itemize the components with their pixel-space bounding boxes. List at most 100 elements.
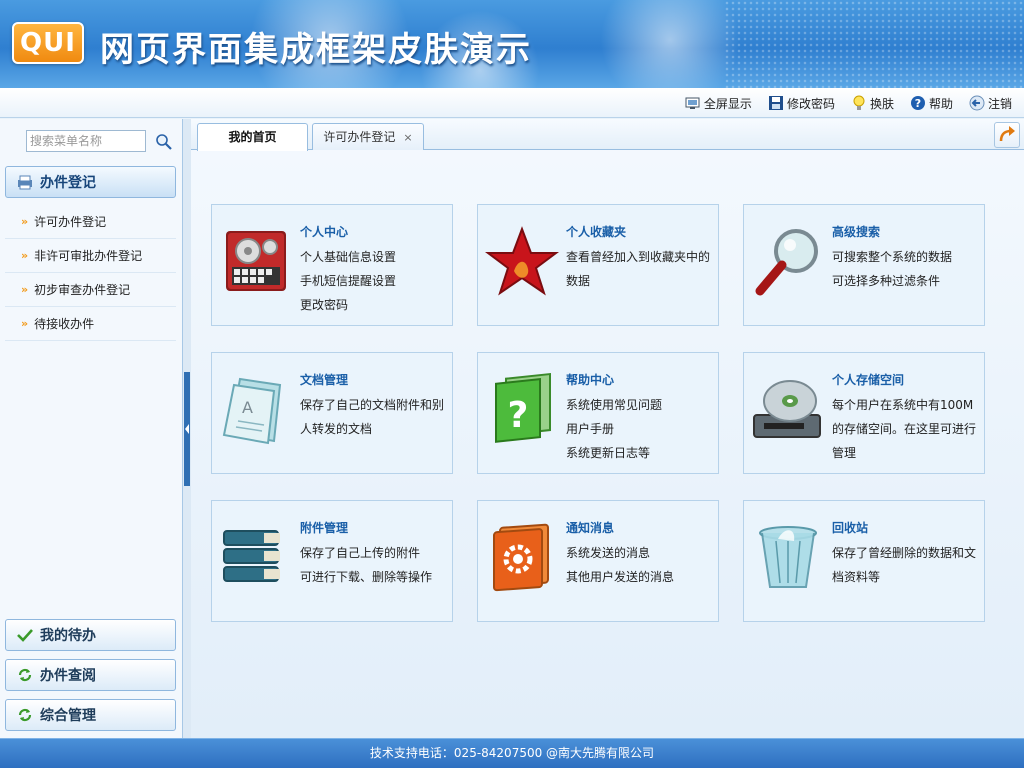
card-personal-storage[interactable]: 个人存储空间 每个用户在系统中有100M的存储空间。在这里可进行管理 bbox=[743, 352, 985, 474]
sidebar-item-chubu[interactable]: » 初步审查办件登记 bbox=[5, 273, 176, 307]
svg-text:?: ? bbox=[508, 395, 529, 436]
help-label: 帮助 bbox=[928, 96, 953, 111]
card-line: 其他用户发送的消息 bbox=[566, 570, 675, 584]
star-icon bbox=[484, 223, 560, 299]
sidebar-item-label: 待接收办件 bbox=[34, 317, 95, 331]
card-attachment-management[interactable]: 附件管理 保存了自己上传的附件 可进行下载、删除等操作 bbox=[211, 500, 453, 622]
card-favorites[interactable]: 个人收藏夹 查看曾经加入到收藏夹中的数据 bbox=[477, 204, 719, 326]
sidebar-item-label: 非许可审批办件登记 bbox=[34, 249, 143, 263]
sidebar-item-label: 许可办件登记 bbox=[34, 215, 107, 229]
card-line: 更改密码 bbox=[300, 298, 349, 312]
svg-text:?: ? bbox=[915, 97, 921, 110]
sidebar-item-daijieshou[interactable]: » 待接收办件 bbox=[5, 307, 176, 341]
tab-xuke-dengji[interactable]: 许可办件登记 × bbox=[312, 123, 424, 150]
card-personal-center[interactable]: 个人中心 个人基础信息设置 手机短信提醒设置 更改密码 bbox=[211, 204, 453, 326]
section-label: 综合管理 bbox=[40, 708, 96, 724]
change-skin-label: 换肤 bbox=[869, 96, 894, 111]
double-chevron-icon: » bbox=[21, 249, 29, 262]
card-line: 可搜索整个系统的数据 bbox=[832, 250, 953, 264]
document-icon: A bbox=[218, 371, 294, 447]
sidebar-item-xuke[interactable]: » 许可办件登记 bbox=[5, 205, 176, 239]
logout-button[interactable]: 注销 bbox=[969, 95, 1012, 112]
section-label: 办件查阅 bbox=[40, 668, 96, 684]
card-description: 可搜索整个系统的数据 可选择多种过滤条件 bbox=[832, 245, 980, 293]
card-line: 可进行下载、删除等操作 bbox=[300, 570, 433, 584]
card-recycle-bin[interactable]: 回收站 保存了曾经删除的数据和文档资料等 bbox=[743, 500, 985, 622]
section-my-todo[interactable]: 我的待办 bbox=[5, 619, 176, 651]
app-header: QUI 网页界面集成框架皮肤演示 bbox=[0, 0, 1024, 88]
fullscreen-icon bbox=[685, 95, 701, 111]
footer: 技术支持电话：025-84207500 @南大先腾有限公司 bbox=[0, 738, 1024, 768]
sidebar-splitter bbox=[183, 119, 191, 738]
card-line: 可选择多种过滤条件 bbox=[832, 274, 941, 288]
tab-menu-button[interactable] bbox=[994, 122, 1020, 148]
change-password-label: 修改密码 bbox=[786, 96, 835, 111]
tab-home[interactable]: 我的首页 bbox=[197, 123, 308, 151]
double-chevron-icon: » bbox=[21, 317, 29, 330]
gear-book-icon bbox=[484, 519, 560, 595]
card-line: 个人基础信息设置 bbox=[300, 250, 397, 264]
app-logo: QUI bbox=[12, 22, 84, 64]
search-icon[interactable] bbox=[155, 133, 173, 151]
collapse-sidebar-handle[interactable] bbox=[184, 372, 190, 486]
card-line: 手机短信提醒设置 bbox=[300, 274, 397, 288]
card-help-center[interactable]: ? 帮助中心 系统使用常见问题 用户手册 系统更新日志等 bbox=[477, 352, 719, 474]
control-panel-icon bbox=[218, 223, 294, 299]
card-description: 保存了自己上传的附件 可进行下载、删除等操作 bbox=[300, 541, 448, 589]
logout-icon bbox=[969, 95, 985, 111]
card-line: 系统使用常见问题 bbox=[566, 398, 663, 412]
tab-bar: 我的首页 许可办件登记 × bbox=[191, 119, 1024, 151]
sidebar-item-feixuke[interactable]: » 非许可审批办件登记 bbox=[5, 239, 176, 273]
card-description: 系统使用常见问题 用户手册 系统更新日志等 bbox=[566, 393, 714, 465]
card-description: 保存了曾经删除的数据和文档资料等 bbox=[832, 541, 980, 589]
disk-drive-icon bbox=[750, 371, 826, 447]
card-title: 高级搜索 bbox=[832, 225, 881, 239]
footer-text: 技术支持电话：025-84207500 @南大先腾有限公司 bbox=[369, 746, 655, 760]
sidebar-item-label: 初步审查办件登记 bbox=[34, 283, 131, 297]
card-title: 个人收藏夹 bbox=[566, 225, 627, 239]
menu-search-input[interactable] bbox=[26, 130, 146, 152]
redo-arrow-icon bbox=[999, 126, 1015, 142]
double-chevron-icon: » bbox=[21, 283, 29, 296]
recycle-bin-icon bbox=[750, 519, 826, 595]
card-line: 系统更新日志等 bbox=[566, 446, 651, 460]
section-banjian-dengji[interactable]: 办件登记 bbox=[5, 166, 176, 198]
card-title: 回收站 bbox=[832, 521, 869, 535]
change-password-button[interactable]: 修改密码 bbox=[768, 95, 835, 112]
card-line: 每个用户在系统中有100M的存储空间。在这里可进行管理 bbox=[832, 398, 977, 460]
help-button[interactable]: ? 帮助 bbox=[910, 95, 953, 112]
card-document-management[interactable]: A 文档管理 保存了自己的文档附件和别人转发的文档 bbox=[211, 352, 453, 474]
double-chevron-icon: » bbox=[21, 215, 29, 228]
fullscreen-button[interactable]: 全屏显示 bbox=[685, 95, 752, 112]
printer-icon bbox=[16, 174, 34, 190]
refresh-icon bbox=[16, 707, 34, 723]
card-notifications[interactable]: 通知消息 系统发送的消息 其他用户发送的消息 bbox=[477, 500, 719, 622]
world-map-decoration bbox=[724, 0, 1024, 88]
card-description: 系统发送的消息 其他用户发送的消息 bbox=[566, 541, 714, 589]
help-book-icon: ? bbox=[484, 371, 560, 447]
close-tab-icon[interactable]: × bbox=[403, 131, 412, 144]
main-content: 我的首页 许可办件登记 × 个人中心 个人基础信息设置 手机短信提醒设置 更改密… bbox=[191, 119, 1024, 738]
change-skin-button[interactable]: 换肤 bbox=[851, 95, 894, 112]
logout-label: 注销 bbox=[987, 96, 1012, 111]
top-toolbar: 全屏显示 修改密码 换肤 ? 帮助 注销 bbox=[0, 88, 1024, 118]
card-title: 个人中心 bbox=[300, 225, 349, 239]
card-description: 每个用户在系统中有100M的存储空间。在这里可进行管理 bbox=[832, 393, 980, 465]
lightbulb-icon bbox=[851, 95, 867, 111]
section-zonghe-guanli[interactable]: 综合管理 bbox=[5, 699, 176, 731]
card-line: 查看曾经加入到收藏夹中的数据 bbox=[566, 250, 711, 288]
card-title: 文档管理 bbox=[300, 373, 349, 387]
card-title: 附件管理 bbox=[300, 521, 349, 535]
card-line: 保存了自己上传的附件 bbox=[300, 546, 421, 560]
card-title: 个人存储空间 bbox=[832, 373, 905, 387]
card-description: 查看曾经加入到收藏夹中的数据 bbox=[566, 245, 714, 293]
section-banjian-chayue[interactable]: 办件查阅 bbox=[5, 659, 176, 691]
fullscreen-label: 全屏显示 bbox=[703, 96, 752, 111]
card-line: 保存了自己的文档附件和别人转发的文档 bbox=[300, 398, 445, 436]
sidebar: 办件登记 » 许可办件登记 » 非许可审批办件登记 » 初步审查办件登记 » 待… bbox=[0, 119, 183, 738]
section-label: 办件登记 bbox=[40, 175, 96, 191]
tab-label: 许可办件登记 bbox=[323, 130, 396, 144]
card-line: 系统发送的消息 bbox=[566, 546, 651, 560]
file-stack-icon bbox=[218, 519, 294, 595]
card-advanced-search[interactable]: 高级搜索 可搜索整个系统的数据 可选择多种过滤条件 bbox=[743, 204, 985, 326]
